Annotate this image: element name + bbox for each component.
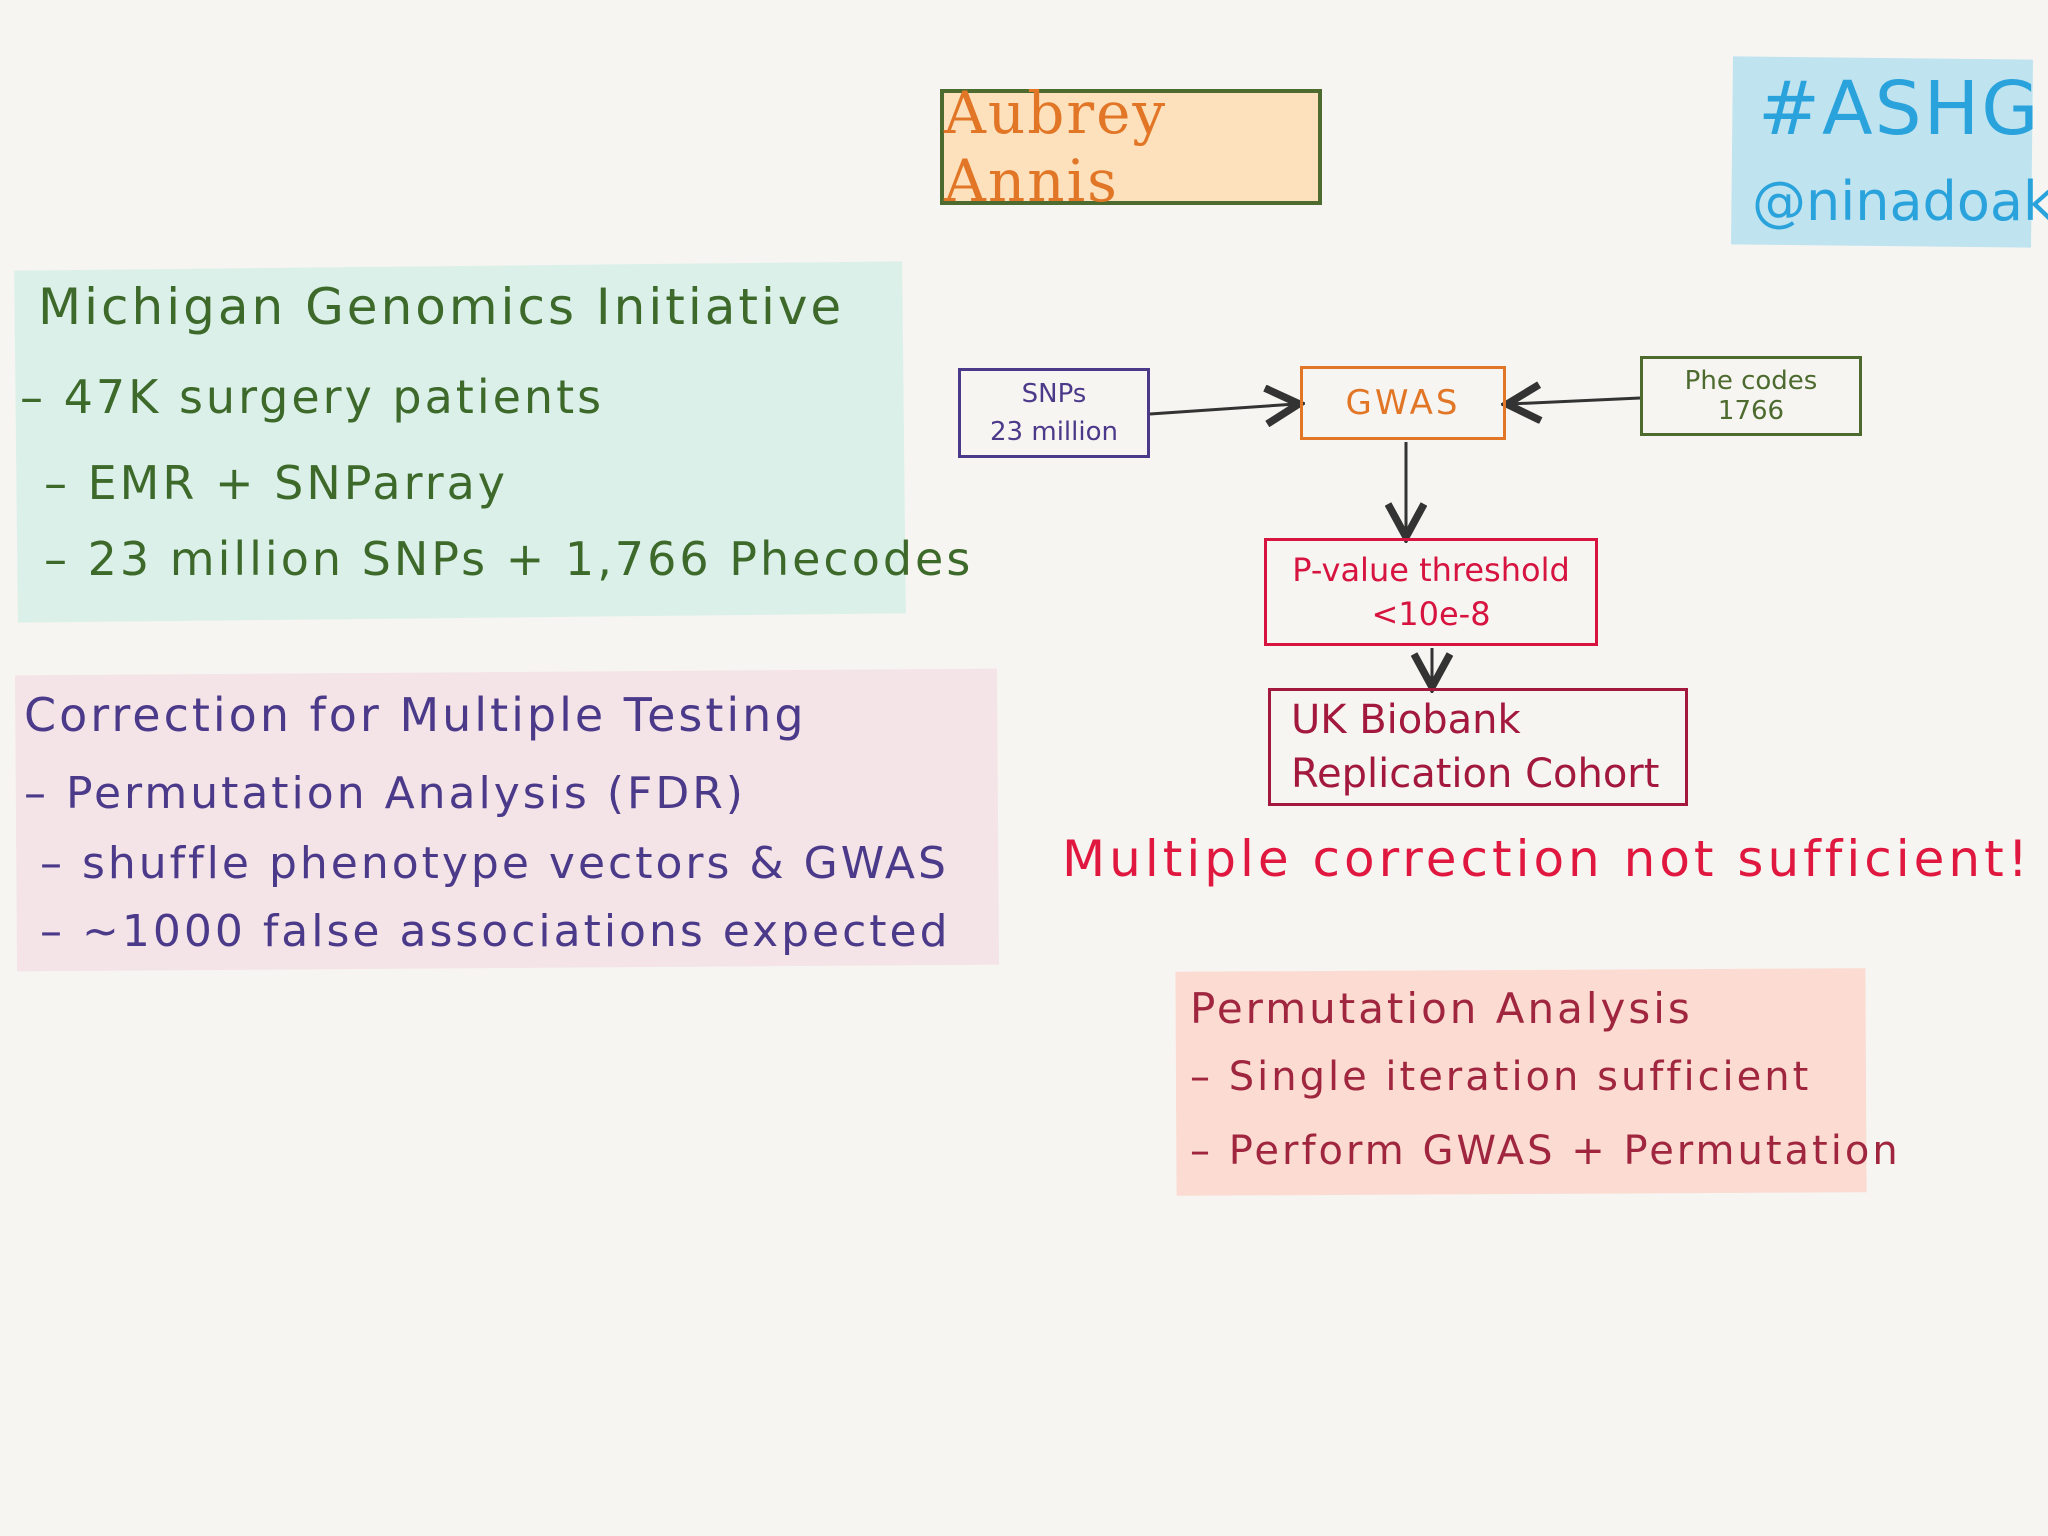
arrow-snps-to-gwas: [1149, 404, 1296, 414]
snps-box: SNPs 23 million: [958, 368, 1150, 458]
gwas-box: GWAS: [1300, 366, 1506, 440]
pvalue-threshold: <10e-8: [1371, 595, 1491, 633]
phecodes-box: Phe codes 1766: [1640, 356, 1862, 436]
replication-cohort-label: Replication Cohort: [1291, 751, 1660, 797]
permutation-title: Permutation Analysis: [1190, 984, 1693, 1033]
alert-text: Multiple correction not sufficient!: [1062, 830, 2032, 888]
snps-count: 23 million: [990, 417, 1118, 447]
pvalue-label: P-value threshold: [1292, 551, 1570, 589]
permutation-item: – Perform GWAS + Permutation: [1190, 1128, 1901, 1174]
permutation-item: – Single iteration sufficient: [1190, 1054, 1812, 1100]
uk-biobank-label: UK Biobank: [1291, 697, 1521, 743]
uk-biobank-box: UK Biobank Replication Cohort: [1268, 688, 1688, 806]
flow-arrows: [1149, 0, 1641, 1536]
phecodes-count: 1766: [1717, 396, 1785, 426]
pvalue-box: P-value threshold <10e-8: [1264, 538, 1598, 646]
snps-label: SNPs: [1021, 379, 1087, 409]
arrow-phecodes-to-gwas: [1510, 398, 1641, 404]
phecodes-label: Phe codes: [1684, 366, 1818, 396]
gwas-label: GWAS: [1345, 383, 1461, 423]
